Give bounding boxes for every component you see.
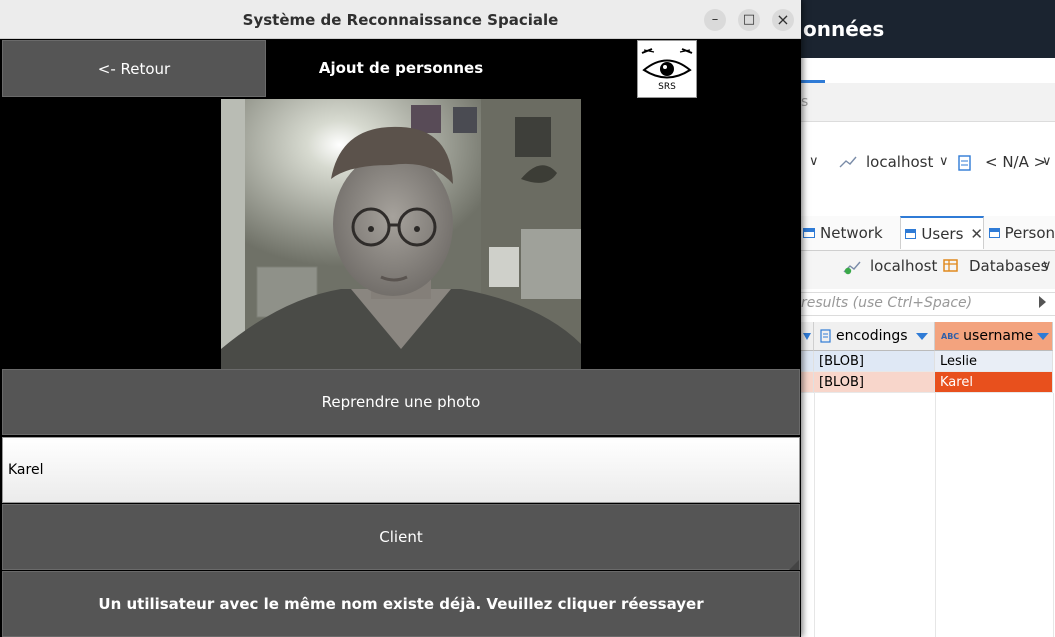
grid-cell-selected[interactable]: Karel (935, 372, 1053, 393)
grid-header-edge (801, 322, 814, 351)
bg-filter-input[interactable]: results (use Ctrl+Space) (801, 292, 1055, 316)
play-icon[interactable] (1039, 296, 1046, 308)
bg-host-label[interactable]: localhost (866, 153, 933, 171)
column-header-username[interactable]: ABC username (935, 322, 1053, 351)
tab-network[interactable]: Network (801, 216, 901, 250)
filter-placeholder: results (use Ctrl+Space) (801, 295, 973, 311)
column-header-encodings[interactable]: encodings (814, 322, 935, 351)
row-indicator[interactable] (801, 372, 814, 393)
tab-label: Person (1004, 224, 1055, 242)
bg-title: onnées (803, 17, 885, 41)
table-icon (803, 228, 815, 238)
close-button[interactable]: × (772, 9, 794, 31)
grid-cell[interactable]: Leslie (935, 351, 1053, 372)
sort-dropdown-icon[interactable] (803, 332, 811, 340)
sort-dropdown-icon[interactable] (916, 332, 928, 340)
bg-tab-fragment: s (801, 94, 809, 110)
bg-toolbar-host[interactable]: localhost (870, 257, 937, 275)
column-label: username (963, 328, 1034, 344)
tab-person[interactable]: Person (989, 216, 1055, 250)
grid-line (935, 393, 936, 637)
grid-line (1053, 393, 1054, 637)
column-label: encodings (836, 328, 908, 344)
grid-cell[interactable]: [BLOB] (814, 372, 935, 393)
bg-tab-band (801, 83, 1055, 121)
databases-icon (943, 259, 958, 272)
eye-logo-icon (641, 48, 693, 79)
text-type-icon: ABC (941, 331, 960, 341)
schema-icon (958, 155, 971, 171)
captured-photo (221, 99, 581, 369)
chevron-down-icon[interactable]: ∨ (809, 154, 819, 169)
chevron-down-icon[interactable]: ∨ (939, 154, 949, 169)
chevron-down-icon[interactable]: ∨ (1042, 154, 1052, 169)
tab-label: Users (921, 224, 964, 243)
minimize-button[interactable]: – (704, 9, 726, 31)
srs-logo: SRS (637, 40, 697, 98)
name-input[interactable] (2, 437, 800, 503)
retake-photo-button[interactable]: Reprendre une photo (2, 369, 800, 435)
tab-users[interactable]: Users ✕ (900, 216, 984, 249)
bg-editor-tabs: Network Users ✕ Person (801, 216, 1055, 251)
sort-dropdown-icon[interactable] (1037, 332, 1050, 340)
camera-preview (221, 99, 581, 369)
column-type-icon (820, 329, 831, 343)
window-title: Système de Reconnaissance Spaciale (242, 11, 559, 29)
row-indicator[interactable] (801, 351, 814, 372)
chevron-down-icon[interactable]: ∨ (1042, 258, 1052, 273)
window-titlebar[interactable]: Système de Reconnaissance Spaciale – □ × (0, 0, 801, 39)
client-button[interactable]: Client (2, 504, 800, 570)
bg-databases-label[interactable]: Databases (969, 257, 1048, 275)
table-icon (989, 228, 1000, 238)
tab-label: Network (820, 224, 883, 242)
status-message: Un utilisateur avec le même nom existe d… (2, 571, 800, 637)
table-icon (905, 228, 917, 239)
connection-check-icon (843, 261, 861, 275)
logo-text: SRS (658, 82, 676, 92)
connection-icon (839, 156, 857, 168)
resize-grip-icon[interactable] (789, 560, 799, 570)
bg-separator (801, 121, 1055, 122)
back-button[interactable]: <- Retour (2, 40, 266, 97)
page-title: Ajout de personnes (318, 59, 484, 77)
grid-cell[interactable]: [BLOB] (814, 351, 935, 372)
results-grid: encodings ABC username [BLOB] Leslie [BL… (801, 322, 1055, 637)
bg-schema-label[interactable]: < N/A > (985, 153, 1046, 171)
srs-app-window: Système de Reconnaissance Spaciale – □ ×… (0, 0, 801, 637)
grid-line (814, 393, 815, 637)
close-icon[interactable]: ✕ (970, 225, 983, 243)
maximize-button[interactable]: □ (738, 9, 760, 31)
